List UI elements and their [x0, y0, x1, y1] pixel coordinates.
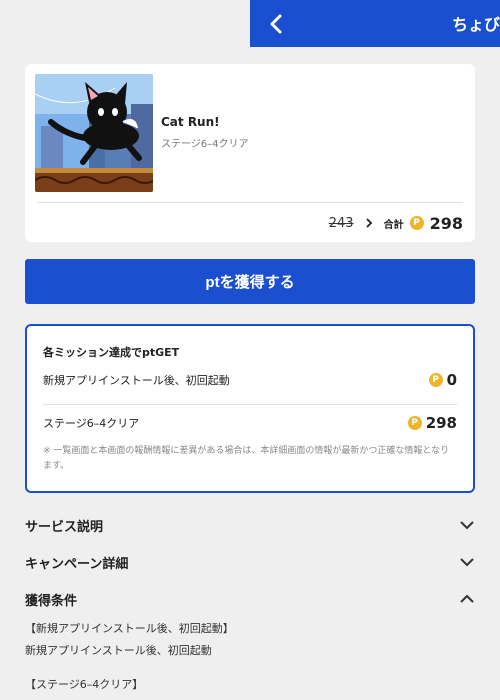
app-subtitle: ステージ6–4クリア [161, 139, 249, 150]
condition-heading: 【ステージ6–4クリア】 [25, 678, 144, 691]
point-coin-icon: P [407, 416, 422, 430]
accordion-title: サービス説明 [25, 519, 104, 535]
app-thumbnail[interactable] [35, 74, 153, 192]
chevron-up-icon [460, 594, 474, 603]
mission-row: 新規アプリインストール後、初回起動 P 0 [43, 370, 457, 390]
mission-label: ステージ6–4クリア [43, 417, 140, 430]
chevron-down-icon [460, 521, 474, 530]
disclaimer-note: ※ 一覧画面と本画面の報酬情報に差異がある場合は、本詳細画面の情報が最新かつ正確… [43, 446, 450, 471]
mission-title: 各ミッション達成でptGET [43, 346, 180, 359]
app-offer-card: Cat Run! ステージ6–4クリア 243 合計 P 298 [25, 64, 475, 242]
mission-label: 新規アプリインストール後、初回起動 [43, 374, 230, 387]
accordion-title: キャンペーン詳細 [25, 556, 129, 572]
accordion-service-description[interactable]: サービス説明 [25, 514, 475, 536]
old-points: 243 [328, 215, 354, 231]
back-arrow-icon[interactable] [264, 11, 290, 37]
card-divider [37, 202, 463, 203]
accordion-title: 獲得条件 [25, 593, 78, 609]
accordion-earning-conditions[interactable]: 獲得条件 [25, 588, 475, 610]
points-summary: 243 合計 P 298 [329, 212, 463, 234]
point-coin-icon: P [409, 216, 424, 230]
cat-run-artwork [35, 74, 153, 192]
app-name: Cat Run! [161, 115, 220, 129]
page-title: ちょび [452, 15, 500, 34]
total-label: 合計 [383, 219, 404, 231]
mission-points: 298 [425, 414, 457, 432]
get-points-button[interactable]: ptを獲得する [25, 259, 475, 304]
mission-box: 各ミッション達成でptGET 新規アプリインストール後、初回起動 P 0 ステー… [25, 324, 475, 493]
chevron-right-icon [365, 218, 372, 228]
total-points: 298 [429, 213, 463, 233]
mission-divider [43, 404, 457, 405]
top-header-bar: ちょび [250, 0, 500, 47]
condition-heading: 【新規アプリインストール後、初回起動】 [25, 622, 234, 635]
mission-row: ステージ6–4クリア P 298 [43, 413, 457, 433]
mission-points: 0 [446, 371, 457, 389]
accordion-campaign-details[interactable]: キャンペーン詳細 [25, 551, 475, 573]
chevron-down-icon [460, 558, 474, 567]
condition-body: 新規アプリインストール後、初回起動 [25, 644, 212, 657]
point-coin-icon: P [428, 373, 443, 387]
